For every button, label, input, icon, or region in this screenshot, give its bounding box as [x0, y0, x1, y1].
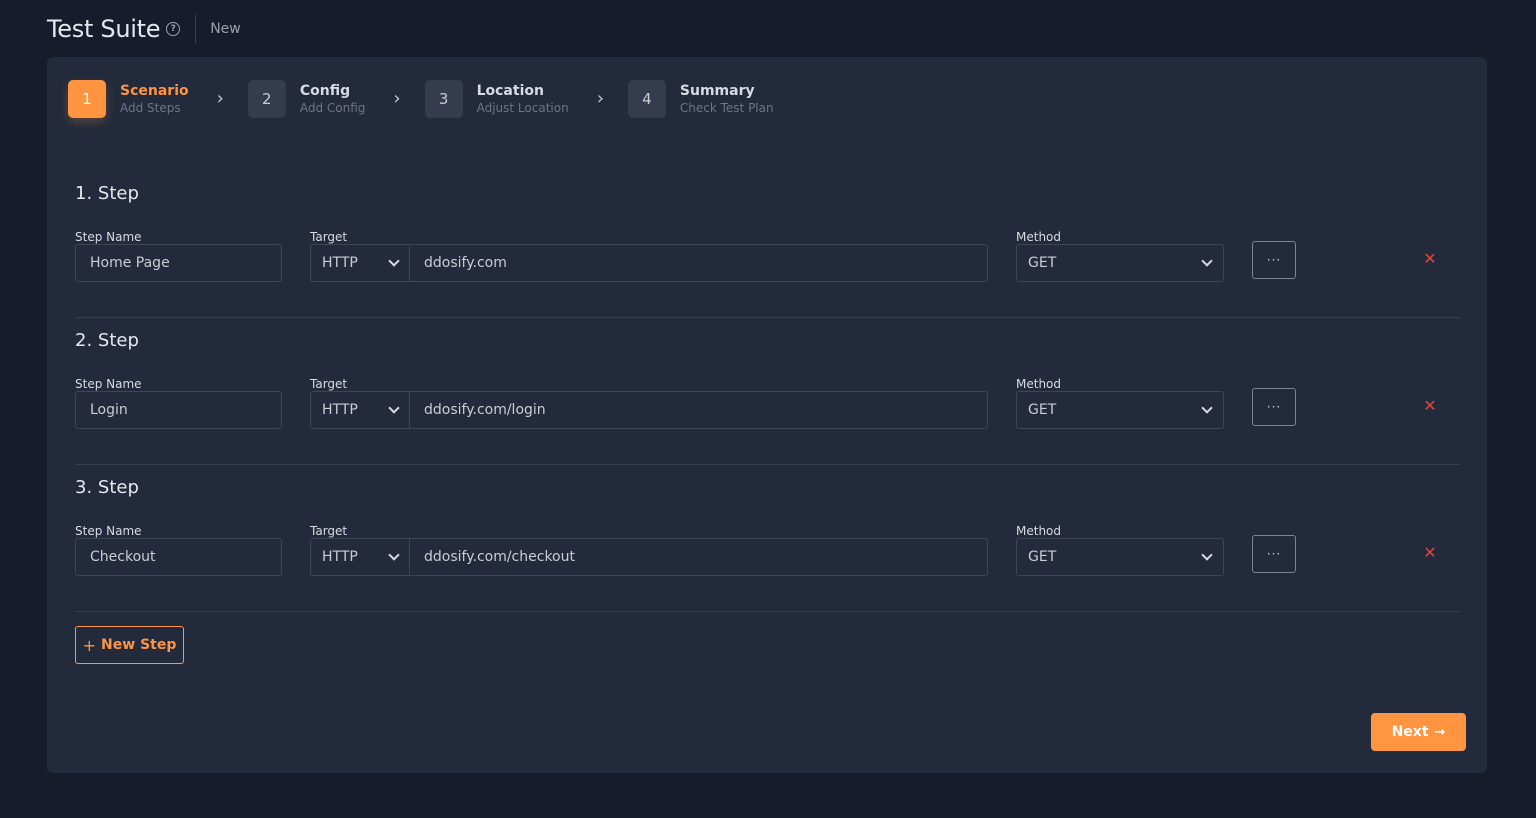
next-label: Next	[1391, 724, 1429, 740]
arrow-right-icon: →	[1434, 724, 1446, 740]
help-icon[interactable]: ?	[166, 22, 181, 36]
protocol-select[interactable]: HTTP	[310, 538, 410, 576]
new-step-label: New Step	[101, 637, 177, 653]
chevron-down-icon	[388, 549, 400, 561]
chevron-down-icon	[388, 255, 400, 267]
step-name-value: Home Page	[90, 255, 170, 271]
close-icon: ✕	[1423, 395, 1437, 415]
remove-step-button[interactable]: ✕	[1423, 542, 1437, 562]
target-url-input[interactable]: ddosify.com	[409, 244, 988, 282]
plus-icon: +	[82, 635, 97, 655]
step-name-input[interactable]: Checkout	[75, 538, 282, 576]
step-name-value: Checkout	[90, 549, 156, 565]
protocol-value: HTTP	[322, 549, 358, 565]
chevron-right-icon: ›	[393, 88, 401, 109]
step-name-label: Step Name	[75, 230, 142, 244]
close-icon: ✕	[1423, 248, 1437, 268]
stepper-subtitle: Check Test Plan	[679, 101, 774, 115]
wizard-stepper: 1 Scenario Add Steps › 2 Config Add Conf…	[68, 80, 774, 118]
stepper-number: 4	[627, 80, 666, 118]
ellipsis-icon: ···	[1266, 547, 1282, 561]
stepper-number: 3	[424, 80, 463, 118]
new-step-button[interactable]: + New Step	[75, 626, 184, 664]
more-options-button[interactable]: ···	[1252, 241, 1296, 279]
more-options-button[interactable]: ···	[1252, 388, 1296, 426]
step-name-label: Step Name	[75, 377, 142, 391]
chevron-down-icon	[1201, 402, 1213, 414]
chevron-down-icon	[388, 402, 400, 414]
chevron-down-icon	[1201, 255, 1213, 267]
step-heading: 1. Step	[75, 183, 139, 204]
chevron-down-icon	[1201, 549, 1213, 561]
step-divider	[75, 611, 1460, 612]
step-heading: 3. Step	[75, 477, 139, 498]
step-divider	[75, 464, 1460, 465]
method-label: Method	[1016, 377, 1062, 391]
protocol-value: HTTP	[322, 255, 358, 271]
step-heading: 2. Step	[75, 330, 139, 351]
stepper-item-summary[interactable]: 4 Summary Check Test Plan	[627, 80, 774, 118]
target-url-value: ddosify.com	[424, 255, 507, 271]
scenario-card: 1 Scenario Add Steps › 2 Config Add Conf…	[47, 57, 1487, 773]
stepper-item-location[interactable]: 3 Location Adjust Location	[424, 80, 569, 118]
method-label: Method	[1016, 230, 1062, 244]
stepper-title: Config	[299, 83, 351, 99]
stepper-number: 2	[247, 80, 286, 118]
step-name-input[interactable]: Home Page	[75, 244, 282, 282]
remove-step-button[interactable]: ✕	[1423, 395, 1437, 415]
target-label: Target	[310, 524, 348, 538]
next-button[interactable]: Next →	[1371, 713, 1466, 751]
method-value: GET	[1028, 549, 1057, 565]
stepper-item-config[interactable]: 2 Config Add Config	[247, 80, 366, 118]
target-url-value: ddosify.com/checkout	[424, 549, 575, 565]
method-value: GET	[1028, 255, 1057, 271]
close-icon: ✕	[1423, 542, 1437, 562]
step-name-input[interactable]: Login	[75, 391, 282, 429]
remove-step-button[interactable]: ✕	[1423, 248, 1437, 268]
chevron-right-icon: ›	[216, 88, 224, 109]
step-divider	[75, 317, 1460, 318]
method-value: GET	[1028, 402, 1057, 418]
method-select[interactable]: GET	[1016, 391, 1224, 429]
stepper-subtitle: Add Config	[299, 101, 366, 115]
target-url-value: ddosify.com/login	[424, 402, 546, 418]
stepper-item-scenario[interactable]: 1 Scenario Add Steps	[68, 80, 189, 118]
target-url-input[interactable]: ddosify.com/login	[409, 391, 988, 429]
method-select[interactable]: GET	[1016, 244, 1224, 282]
step-name-value: Login	[90, 402, 128, 418]
page-header: Test Suite ? New	[47, 14, 241, 44]
stepper-title: Summary	[679, 83, 755, 99]
protocol-value: HTTP	[322, 402, 358, 418]
status-label: New	[210, 21, 241, 37]
protocol-select[interactable]: HTTP	[310, 391, 410, 429]
target-label: Target	[310, 377, 348, 391]
target-url-input[interactable]: ddosify.com/checkout	[409, 538, 988, 576]
stepper-subtitle: Add Steps	[120, 101, 181, 115]
more-options-button[interactable]: ···	[1252, 535, 1296, 573]
method-select[interactable]: GET	[1016, 538, 1224, 576]
ellipsis-icon: ···	[1266, 253, 1282, 267]
page-title: Test Suite	[47, 15, 161, 43]
chevron-right-icon: ›	[596, 88, 604, 109]
target-label: Target	[310, 230, 348, 244]
method-label: Method	[1016, 524, 1062, 538]
ellipsis-icon: ···	[1266, 400, 1282, 414]
stepper-subtitle: Adjust Location	[476, 101, 569, 115]
protocol-select[interactable]: HTTP	[310, 244, 410, 282]
header-divider	[195, 15, 197, 43]
step-name-label: Step Name	[75, 524, 142, 538]
stepper-number: 1	[68, 80, 106, 118]
stepper-title: Scenario	[120, 83, 189, 99]
stepper-title: Location	[476, 83, 544, 99]
